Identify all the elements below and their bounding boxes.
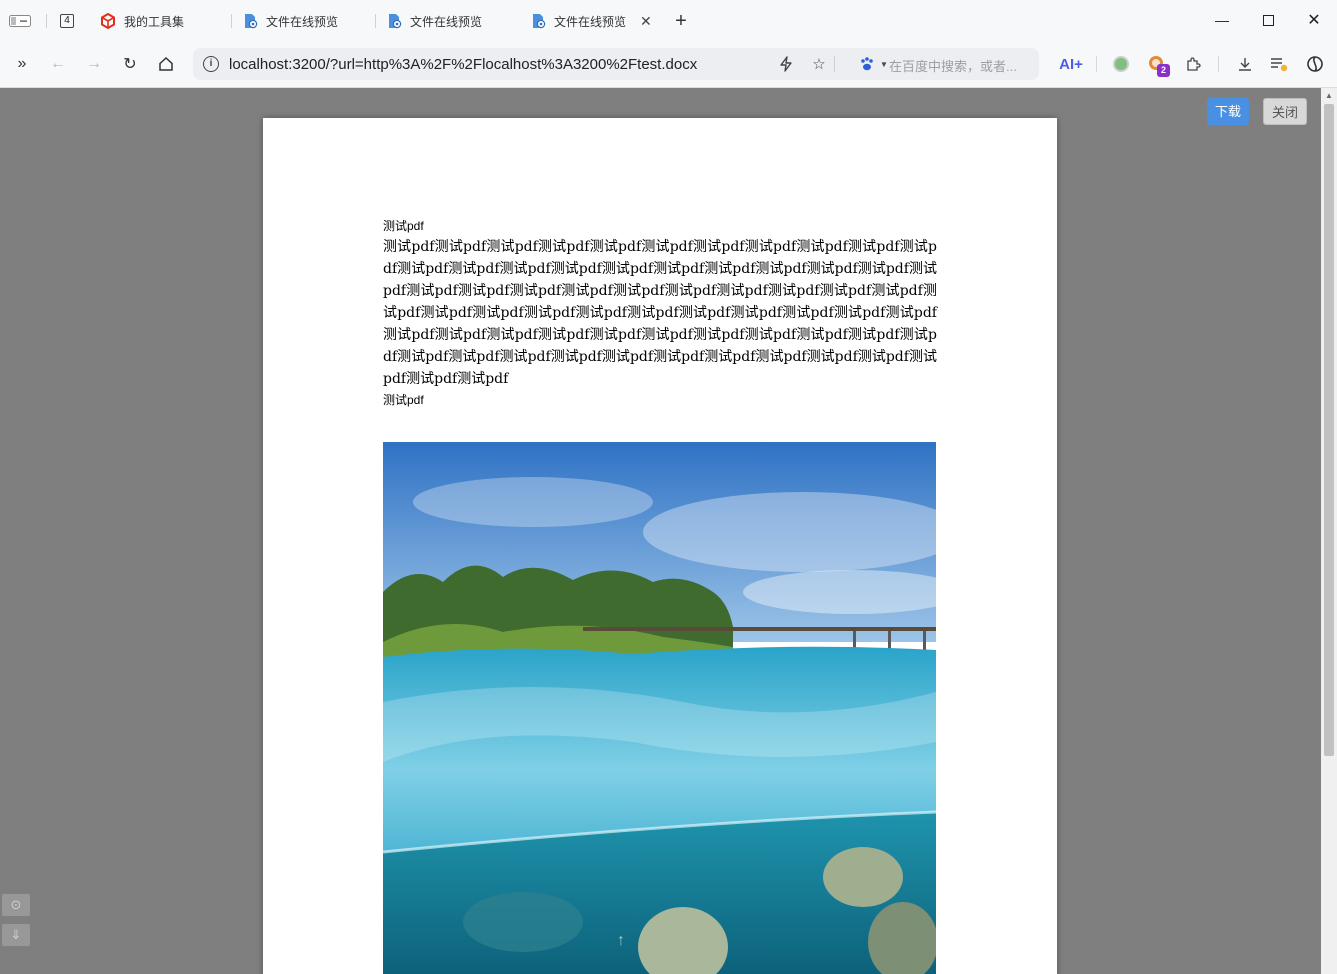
document-paragraph: 测试pdf测试pdf测试pdf测试pdf测试pdf测试pdf测试pdf测试pdf… [383, 239, 937, 387]
ai-assistant-button[interactable]: AI+ [1056, 52, 1086, 76]
tab-toolkit[interactable]: 我的工具集 [92, 7, 232, 35]
document-line: 测试pdf [383, 219, 424, 233]
baidu-paw-icon[interactable] [858, 55, 876, 73]
extension-badge-icon[interactable]: 2 [1145, 52, 1170, 77]
tab-preview-2[interactable]: 文件在线预览 [378, 7, 518, 35]
tab-label: 文件在线预览 [554, 14, 627, 29]
scroll-down-tool-icon[interactable]: ⇓ [2, 924, 30, 946]
back-to-top-icon[interactable]: ↑ [610, 932, 632, 954]
maximize-icon[interactable] [1258, 10, 1278, 30]
close-button[interactable]: 关闭 [1263, 98, 1308, 125]
close-tab-icon[interactable]: ✕ [640, 13, 652, 30]
download-icon[interactable] [1233, 52, 1257, 76]
close-window-icon[interactable]: ✕ [1304, 10, 1324, 30]
site-info-icon[interactable]: i [203, 56, 219, 72]
rotate-tool-icon[interactable]: ⊙ [2, 894, 30, 916]
reading-list-icon[interactable] [1267, 52, 1291, 76]
expand-sidebar-icon[interactable]: » [10, 52, 34, 76]
tab-count-button[interactable]: 4 [58, 12, 76, 30]
new-tab-button[interactable]: + [672, 10, 690, 32]
scroll-up-arrow-icon[interactable]: ▲ [1324, 91, 1334, 101]
cube-icon [100, 12, 116, 30]
extensions-puzzle-icon[interactable] [1181, 52, 1205, 76]
tab-count: 4 [60, 14, 74, 28]
tropical-island-photo [383, 442, 936, 974]
reload-icon[interactable]: ↻ [118, 52, 142, 76]
tab-preview-active[interactable]: 文件在线预览 ✕ [522, 7, 664, 35]
back-arrow-icon[interactable]: ← [46, 52, 70, 76]
vertical-scrollbar[interactable]: ▲ [1321, 88, 1337, 974]
document-viewer: 测试pdf 测试pdf测试pdf测试pdf测试pdf测试pdf测试pdf测试pd… [0, 88, 1337, 974]
tab-label: 文件在线预览 [410, 14, 483, 29]
search-placeholder[interactable]: 在百度中搜索，或者... [889, 56, 1017, 75]
document-page: 测试pdf 测试pdf测试pdf测试pdf测试pdf测试pdf测试pdf测试pd… [263, 118, 1057, 974]
document-icon [386, 13, 402, 29]
download-button[interactable]: 下载 [1207, 98, 1250, 125]
minimize-icon[interactable]: — [1212, 10, 1232, 30]
extension-green-icon[interactable] [1109, 52, 1133, 76]
document-icon [530, 13, 546, 29]
sidebar-toggle-icon[interactable] [8, 12, 32, 30]
lightning-icon[interactable] [777, 55, 795, 73]
browser-menu-icon[interactable] [1303, 52, 1327, 76]
tab-label: 文件在线预览 [266, 14, 339, 29]
tab-strip: 4 我的工具集 文件在线预览 文件在线预览 文件在线预览 ✕ + — ✕ [0, 0, 1337, 42]
scroll-thumb[interactable] [1324, 104, 1334, 756]
url-text[interactable]: localhost:3200/?url=http%3A%2F%2Flocalho… [229, 56, 697, 73]
browser-chrome: 4 我的工具集 文件在线预览 文件在线预览 文件在线预览 ✕ + — ✕ » ←… [0, 0, 1337, 88]
forward-arrow-icon[interactable]: → [82, 52, 106, 76]
navigation-bar: » ← → ↻ i localhost:3200/?url=http%3A%2F… [0, 42, 1337, 86]
tab-preview-1[interactable]: 文件在线预览 [234, 7, 374, 35]
document-body: 测试pdf 测试pdf测试pdf测试pdf测试pdf测试pdf测试pdf测试pd… [383, 216, 937, 410]
address-bar[interactable]: i localhost:3200/?url=http%3A%2F%2Flocal… [193, 48, 1039, 80]
home-icon[interactable] [154, 52, 178, 76]
bookmark-star-icon[interactable]: ☆ [810, 55, 828, 73]
document-line: 测试pdf [383, 393, 424, 407]
tab-label: 我的工具集 [124, 14, 185, 29]
extension-count-badge: 2 [1157, 64, 1170, 77]
document-icon [242, 13, 258, 29]
